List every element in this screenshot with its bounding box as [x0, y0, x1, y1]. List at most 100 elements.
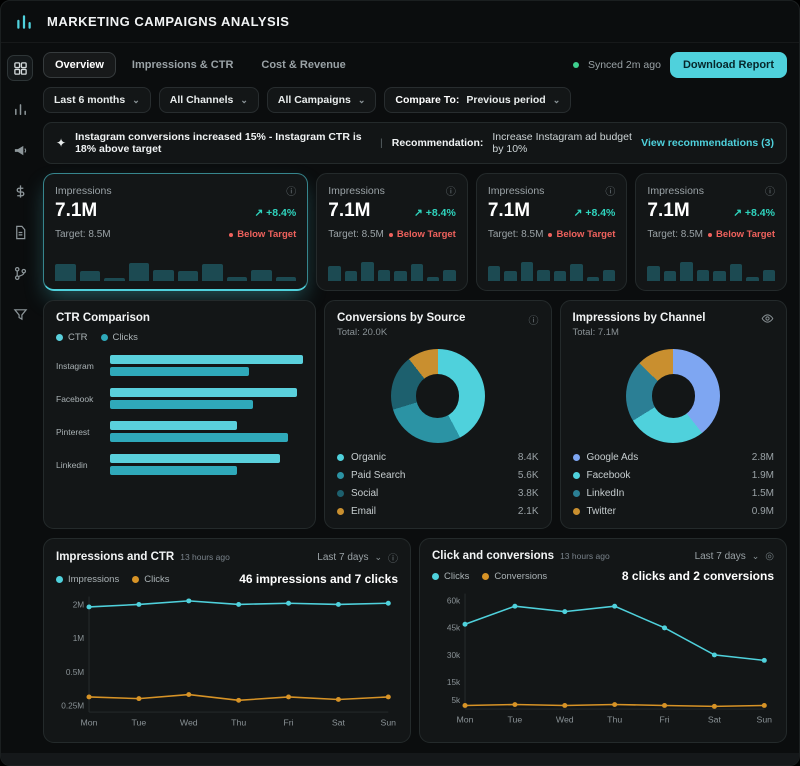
- date-range-value: Last 6 months: [54, 94, 126, 106]
- chevron-down-icon: ⌄: [240, 94, 248, 105]
- kpi-mini-bar: [504, 271, 517, 281]
- megaphone-icon[interactable]: [7, 137, 33, 163]
- kpi-mini-bar: [713, 270, 726, 281]
- download-report-button[interactable]: Download Report: [669, 52, 787, 78]
- kpi-card-impressions-4[interactable]: Impressions ⓘ 7.1M ↗ +8.4% Target: 8.5M B…: [635, 173, 787, 291]
- target-icon[interactable]: ◎: [765, 551, 774, 562]
- eye-icon[interactable]: [761, 312, 774, 330]
- legend-item: CTR: [56, 332, 88, 343]
- info-icon[interactable]: ⓘ: [286, 183, 296, 198]
- card-title: Conversions by Source: [337, 312, 466, 324]
- svg-text:2M: 2M: [73, 600, 85, 609]
- kpi-card-impressions-1[interactable]: Impressions ⓘ 7.1M ↗ +8.4% Target: 8.5M B…: [43, 173, 309, 291]
- svg-text:0.25M: 0.25M: [61, 702, 84, 711]
- kpi-target: Target: 8.5M: [647, 229, 703, 240]
- kpi-mini-bar: [443, 270, 456, 281]
- channels-filter[interactable]: All Channels ⌄: [158, 87, 259, 113]
- filter-icon[interactable]: [7, 301, 33, 327]
- ctr-category-row: Facebook: [56, 388, 303, 409]
- kpi-mini-bar-chart: [487, 249, 616, 281]
- tab-cost-revenue[interactable]: Cost & Revenue: [249, 52, 357, 78]
- kpi-card-impressions-3[interactable]: Impressions ⓘ 7.1M ↗ +8.4% Target: 8.5M B…: [475, 173, 628, 291]
- window-footer: [1, 753, 799, 765]
- ctr-bar: [110, 400, 253, 409]
- channels-legend: Google Ads 2.8M Facebook 1.9M LinkedIn 1.5M Tw…: [572, 452, 774, 517]
- info-icon[interactable]: ⓘ: [446, 183, 456, 198]
- legend-label: Organic: [351, 452, 387, 463]
- kpi-mini-bar: [603, 270, 616, 281]
- svg-text:1M: 1M: [73, 634, 85, 643]
- tab-bar: Overview Impressions & CTR Cost & Revenu…: [43, 52, 358, 78]
- legend-dot: [100, 334, 108, 341]
- dashboard-icon[interactable]: [7, 55, 33, 81]
- svg-text:Thu: Thu: [607, 714, 622, 724]
- tab-overview[interactable]: Overview: [43, 52, 116, 78]
- kpi-status-badge: Below Target: [708, 229, 775, 240]
- chevron-down-icon: ⌄: [374, 552, 382, 562]
- git-branch-icon[interactable]: [7, 260, 33, 286]
- legend-label: LinkedIn: [586, 488, 625, 499]
- kpi-mini-bar: [226, 277, 248, 281]
- ctr-category-label: Instagram: [56, 360, 94, 371]
- view-recommendations-link[interactable]: View recommendations (3): [641, 137, 774, 149]
- chevron-down-icon: ⌄: [132, 94, 140, 105]
- range-selector[interactable]: Last 7 days ⌄ ◎: [695, 551, 774, 562]
- donut-legend-row: Email 2.1K: [337, 506, 539, 517]
- legend-label: Google Ads: [586, 452, 639, 463]
- legend-label: Email: [351, 506, 377, 517]
- updated-timestamp: 13 hours ago: [180, 552, 230, 562]
- insight-recommendation-text: Increase Instagram ad budget by 10%: [492, 131, 632, 155]
- svg-text:Sat: Sat: [708, 714, 722, 724]
- info-icon[interactable]: ⓘ: [388, 550, 398, 565]
- legend-item: Conversions: [482, 571, 547, 582]
- info-icon[interactable]: ⓘ: [605, 183, 615, 198]
- kpi-mini-bar: [537, 270, 550, 281]
- kpi-mini-bar: [394, 270, 407, 281]
- kpi-target: Target: 8.5M: [328, 229, 384, 240]
- kpi-target: Target: 8.5M: [55, 229, 111, 240]
- kpi-mini-bar: [680, 262, 693, 281]
- info-icon[interactable]: ⓘ: [529, 312, 539, 327]
- legend-value: 0.9M: [751, 506, 774, 517]
- svg-text:Fri: Fri: [283, 717, 293, 727]
- chevron-down-icon: ⌄: [751, 551, 760, 561]
- bar-chart-icon[interactable]: [7, 96, 33, 122]
- legend-dot: [482, 572, 490, 580]
- app-window: MARKETING CAMPAIGNS ANALYSIS Overview Im…: [0, 0, 800, 766]
- svg-text:Tue: Tue: [132, 717, 147, 727]
- tab-impressions-ctr[interactable]: Impressions & CTR: [120, 52, 245, 78]
- kpi-mini-bar-chart: [55, 249, 297, 281]
- main-content: Overview Impressions & CTR Cost & Revenu…: [39, 43, 799, 747]
- legend-value: 1.5M: [751, 488, 774, 499]
- ctr-bar: [110, 454, 280, 463]
- info-icon[interactable]: ⓘ: [765, 183, 775, 198]
- legend-label: Facebook: [586, 470, 631, 481]
- svg-text:Wed: Wed: [556, 714, 574, 724]
- impressions-ctr-line-card: Impressions and CTR 13 hours ago Last 7 …: [43, 538, 411, 743]
- sync-status: Synced 2m ago: [587, 59, 661, 71]
- compare-to-filter[interactable]: Compare To: Previous period ⌄: [384, 87, 572, 113]
- legend-dot: [572, 472, 580, 479]
- compare-to-label: Compare To:: [395, 94, 460, 106]
- kpi-card-impressions-2[interactable]: Impressions ⓘ 7.1M ↗ +8.4% Target: 8.5M B…: [316, 173, 468, 291]
- legend-dot: [132, 575, 140, 583]
- kpi-title: Impressions: [487, 184, 545, 197]
- kpi-mini-bar: [128, 263, 150, 281]
- kpi-mini-bar: [79, 271, 101, 281]
- kpi-mini-bar: [570, 264, 583, 281]
- document-icon[interactable]: [7, 219, 33, 245]
- legend-value: 3.8K: [517, 488, 539, 499]
- kpi-mini-bar: [520, 262, 534, 281]
- range-selector[interactable]: Last 7 days ⌄ ⓘ: [317, 550, 398, 565]
- ctr-bar: [110, 466, 238, 475]
- clicks-conversions-line-card: Click and conversions 13 hours ago Last …: [419, 538, 787, 743]
- kpi-mini-bar: [553, 270, 567, 281]
- svg-text:15k: 15k: [447, 678, 461, 687]
- legend-dot: [572, 508, 580, 515]
- kpi-delta: ↗ +8.4%: [733, 207, 775, 219]
- card-title: CTR Comparison: [56, 312, 150, 324]
- date-range-filter[interactable]: Last 6 months ⌄: [43, 87, 151, 113]
- svg-text:Sat: Sat: [332, 717, 346, 727]
- campaigns-filter[interactable]: All Campaigns ⌄: [266, 87, 377, 113]
- dollar-icon[interactable]: [7, 178, 33, 204]
